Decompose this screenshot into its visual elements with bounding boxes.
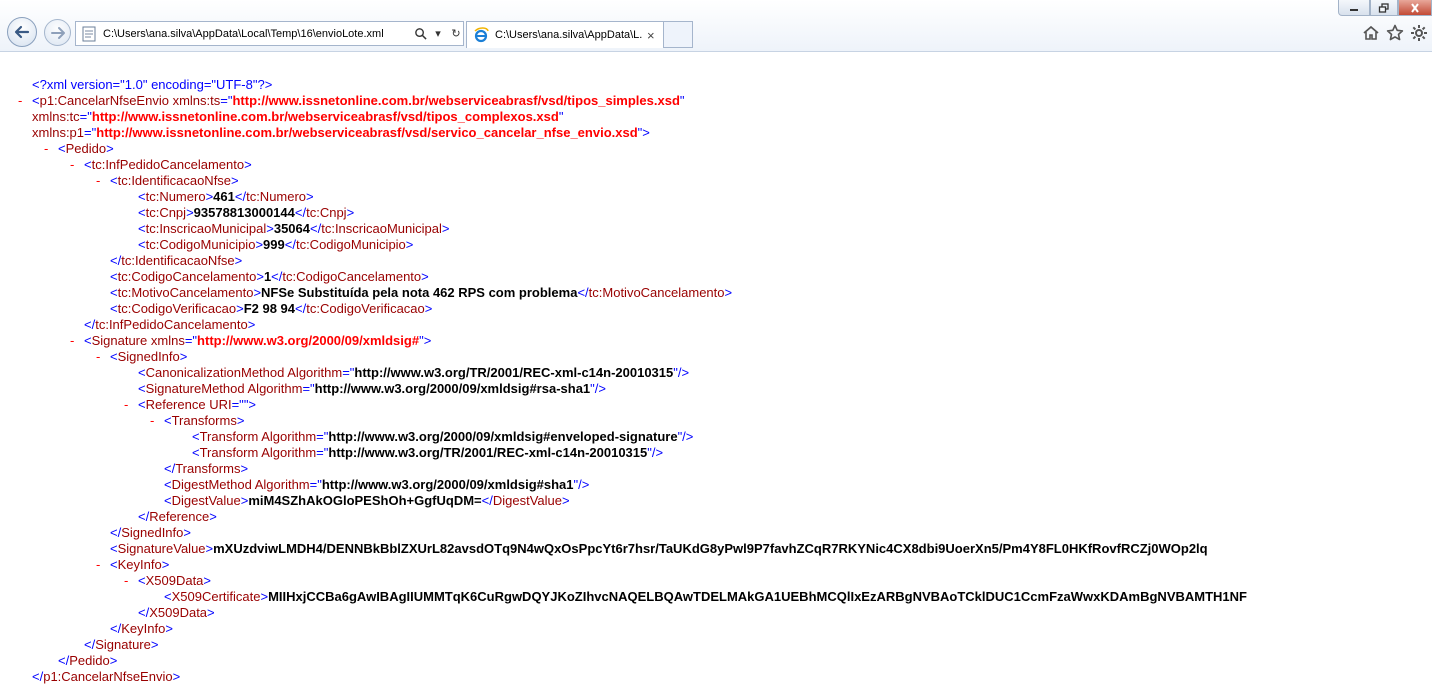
xml-signedinfo-close: </SignedInfo>	[110, 525, 191, 540]
back-arrow-icon	[14, 25, 30, 39]
refresh-icon[interactable]: ↻	[449, 27, 463, 41]
forward-button[interactable]	[44, 19, 71, 46]
xml-transforms-close: </Transforms>	[164, 461, 249, 476]
xml-signedinfo-open: - <SignedInfo>	[96, 349, 188, 364]
collapse-toggle[interactable]: -	[70, 333, 74, 349]
xml-pedido-open: - <Pedido>	[44, 141, 114, 156]
gear-icon[interactable]	[1410, 24, 1428, 42]
xml-transforms-open: - <Transforms>	[150, 413, 245, 428]
xml-numero: <tc:Numero>461</tc:Numero>	[138, 189, 314, 204]
xml-root-ns-tc: xmlns:tc="http://www.issnetonline.com.br…	[32, 109, 564, 124]
close-window-button[interactable]	[1398, 0, 1432, 16]
xml-signature-close: </Signature>	[84, 637, 159, 652]
browser-toolbar: C:\Users\ana.silva\AppData\Local\Temp\16…	[0, 0, 1432, 52]
restore-button[interactable]	[1370, 0, 1398, 16]
tab-title: C:\Users\ana.silva\AppData\L...	[495, 29, 643, 41]
xml-motivo-cancelamento: <tc:MotivoCancelamento>NFSe Substituída …	[110, 285, 733, 300]
xml-signature-value: <SignatureValue>mXUzdviwLMDH4/DENNBkBblZ…	[110, 541, 1208, 556]
xml-keyinfo-close: </KeyInfo>	[110, 621, 173, 636]
collapse-toggle[interactable]: -	[70, 157, 74, 173]
xml-x509-certificate: <X509Certificate>MIIHxjCCBa6gAwIBAgIIUMM…	[164, 589, 1247, 604]
back-button[interactable]	[7, 17, 37, 47]
restore-icon	[1378, 2, 1389, 13]
collapse-toggle[interactable]: -	[96, 173, 100, 189]
xml-declaration: <?xml version="1.0" encoding="UTF-8"?>	[32, 77, 273, 92]
xml-document-view: <?xml version="1.0" encoding="UTF-8"?> -…	[0, 53, 1432, 699]
xml-keyinfo-open: - <KeyInfo>	[96, 557, 170, 572]
xml-signature-method: <SignatureMethod Algorithm="http://www.w…	[138, 381, 606, 396]
xml-x509data-close: </X509Data>	[138, 605, 215, 620]
xml-digest-method: <DigestMethod Algorithm="http://www.w3.o…	[164, 477, 590, 492]
xml-root-close: </p1:CancelarNfseEnvio>	[32, 669, 181, 684]
collapse-toggle[interactable]: -	[44, 141, 48, 157]
address-bar[interactable]: C:\Users\ana.silva\AppData\Local\Temp\16…	[75, 21, 464, 46]
xml-codigo-municipio: <tc:CodigoMunicipio>999</tc:CodigoMunici…	[138, 237, 414, 252]
forward-arrow-icon	[50, 26, 65, 39]
collapse-toggle[interactable]: -	[124, 573, 128, 589]
minimize-icon	[1350, 8, 1358, 11]
tab-active[interactable]: C:\Users\ana.silva\AppData\L... ×	[466, 21, 664, 48]
collapse-toggle[interactable]: -	[150, 413, 154, 429]
xml-reference-open: - <Reference URI="">	[124, 397, 257, 412]
collapse-toggle[interactable]: -	[124, 397, 128, 413]
xml-cnpj: <tc:Cnpj>93578813000144</tc:Cnpj>	[138, 205, 355, 220]
collapse-toggle[interactable]: -	[96, 349, 100, 365]
new-tab-button[interactable]	[664, 21, 693, 48]
favorites-star-icon[interactable]	[1386, 24, 1404, 42]
xml-root-ns-p1: xmlns:p1="http://www.issnetonline.com.br…	[32, 125, 650, 140]
collapse-toggle[interactable]: -	[96, 557, 100, 573]
xml-ident-close: </tc:IdentificacaoNfse>	[110, 253, 243, 268]
ie-icon	[474, 27, 489, 43]
xml-root-open: - <p1:CancelarNfseEnvio xmlns:ts="http://…	[18, 93, 685, 108]
tab-close-icon[interactable]: ×	[647, 28, 655, 43]
xml-transform-1: <Transform Algorithm="http://www.w3.org/…	[192, 429, 694, 444]
xml-codigo-cancelamento: <tc:CodigoCancelamento>1</tc:CodigoCance…	[110, 269, 429, 284]
xml-inscricao: <tc:InscricaoMunicipal>35064</tc:Inscric…	[138, 221, 450, 236]
xml-inf-open: - <tc:InfPedidoCancelamento>	[70, 157, 252, 172]
search-icon[interactable]	[413, 27, 427, 41]
xml-ident-open: - <tc:IdentificacaoNfse>	[96, 173, 239, 188]
xml-x509data-open: - <X509Data>	[124, 573, 212, 588]
xml-canonicalization: <CanonicalizationMethod Algorithm="http:…	[138, 365, 690, 380]
xml-codigo-verificacao: <tc:CodigoVerificacao>F2 98 94</tc:Codig…	[110, 301, 433, 316]
xml-transform-2: <Transform Algorithm="http://www.w3.org/…	[192, 445, 664, 460]
xml-inf-close: </tc:InfPedidoCancelamento>	[84, 317, 256, 332]
home-icon[interactable]	[1362, 24, 1380, 42]
xml-digest-value: <DigestValue>miM4SZhAkOGloPEShOh+GgfUqDM…	[164, 493, 570, 508]
minimize-button[interactable]	[1338, 0, 1370, 16]
xml-signature-open: - <Signature xmlns="http://www.w3.org/200…	[70, 333, 432, 348]
collapse-toggle[interactable]: -	[18, 93, 22, 109]
page-favicon-icon	[82, 26, 96, 41]
close-icon	[1411, 2, 1419, 13]
address-url[interactable]: C:\Users\ana.silva\AppData\Local\Temp\16…	[103, 28, 409, 40]
dropdown-arrow-icon[interactable]: ▾	[431, 27, 445, 41]
xml-reference-close: </Reference>	[138, 509, 217, 524]
xml-pedido-close: </Pedido>	[58, 653, 118, 668]
